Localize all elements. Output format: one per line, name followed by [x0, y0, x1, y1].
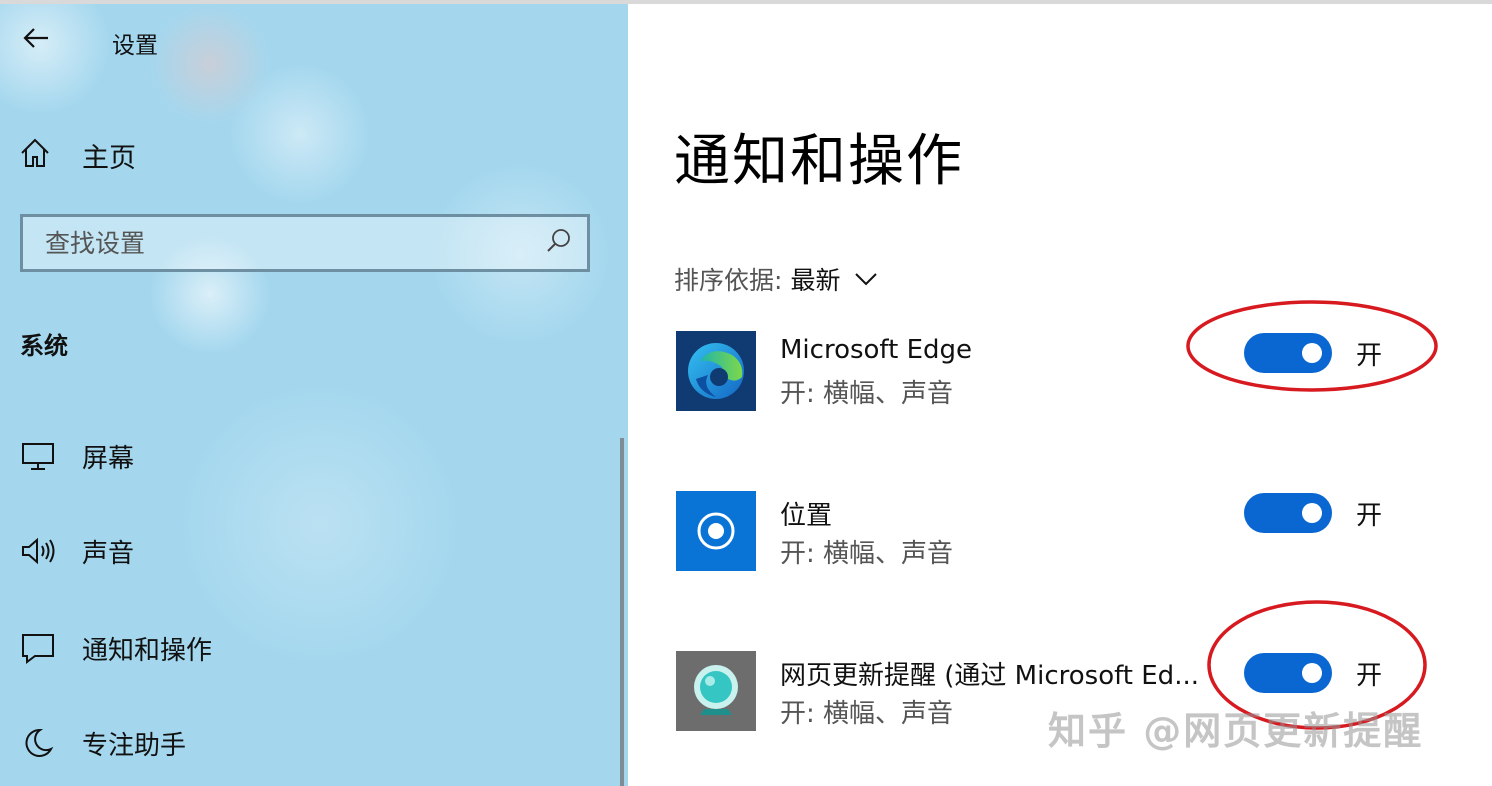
- search-icon[interactable]: [545, 227, 573, 259]
- app-name: 位置: [780, 501, 833, 531]
- location-icon: [676, 491, 756, 571]
- main-content: 通知和操作 排序依据: 最新 Microsoft Edge 开: 横幅、声音 开: [628, 4, 1492, 786]
- app-status: 开: 横幅、声音: [780, 699, 954, 729]
- sidebar-scrollbar[interactable]: [620, 438, 624, 786]
- sidebar-item-home-label: 主页: [82, 142, 136, 174]
- sidebar-item-label: 屏幕: [82, 443, 135, 474]
- sidebar-item-sound[interactable]: 声音: [18, 521, 608, 581]
- search-input[interactable]: [43, 227, 545, 259]
- app-status: 开: 横幅、声音: [780, 539, 954, 569]
- toggle-state-label: 开: [1356, 661, 1383, 691]
- sidebar-item-display[interactable]: 屏幕: [18, 426, 608, 486]
- toggle-knob: [1302, 663, 1322, 683]
- speaker-icon: [18, 531, 58, 571]
- sort-value: 最新: [790, 266, 841, 295]
- app-title: 设置: [112, 33, 158, 59]
- back-arrow-icon: [22, 26, 50, 54]
- section-title-system: 系统: [20, 332, 68, 360]
- home-icon: [18, 136, 52, 174]
- sidebar-item-home[interactable]: 主页: [18, 130, 608, 180]
- sort-label: 排序依据:: [674, 266, 783, 295]
- sidebar-item-focus-assist[interactable]: 专注助手: [18, 713, 608, 773]
- toggle-knob: [1302, 343, 1322, 363]
- chevron-down-icon: [854, 272, 878, 286]
- app-name: Microsoft Edge: [780, 335, 973, 365]
- moon-icon: [18, 723, 58, 763]
- back-button[interactable]: [18, 22, 54, 58]
- app-name: 网页更新提醒 (通过 Microsoft Ed...: [780, 661, 1199, 691]
- sidebar: 设置 主页 系统 屏幕 声音 通知和操作 专注助手: [0, 4, 628, 786]
- monitor-icon: [18, 436, 58, 476]
- sort-dropdown[interactable]: 排序依据: 最新: [674, 261, 878, 297]
- app-row-microsoft-edge[interactable]: Microsoft Edge 开: 横幅、声音 开: [674, 331, 1464, 411]
- app-row-web-update-reminder[interactable]: 网页更新提醒 (通过 Microsoft Ed... 开: 横幅、声音 开: [674, 651, 1464, 731]
- toggle-switch[interactable]: [1244, 653, 1332, 693]
- toggle-state-label: 开: [1356, 501, 1383, 531]
- search-field[interactable]: [20, 214, 590, 272]
- toggle-knob: [1302, 503, 1322, 523]
- edge-logo-icon: [676, 331, 756, 411]
- toggle-switch[interactable]: [1244, 493, 1332, 533]
- sidebar-item-label: 通知和操作: [82, 635, 213, 666]
- toggle-state-label: 开: [1356, 341, 1383, 371]
- sidebar-item-notifications[interactable]: 通知和操作: [18, 618, 608, 678]
- sidebar-item-label: 声音: [82, 538, 135, 569]
- notification-icon: [18, 628, 58, 668]
- app-status: 开: 横幅、声音: [780, 379, 954, 409]
- app-row-location[interactable]: 位置 开: 横幅、声音 开: [674, 491, 1464, 571]
- toggle-switch[interactable]: [1244, 333, 1332, 373]
- sidebar-item-label: 专注助手: [82, 730, 187, 761]
- page-title: 通知和操作: [674, 129, 964, 194]
- webcam-bot-icon: [676, 651, 756, 731]
